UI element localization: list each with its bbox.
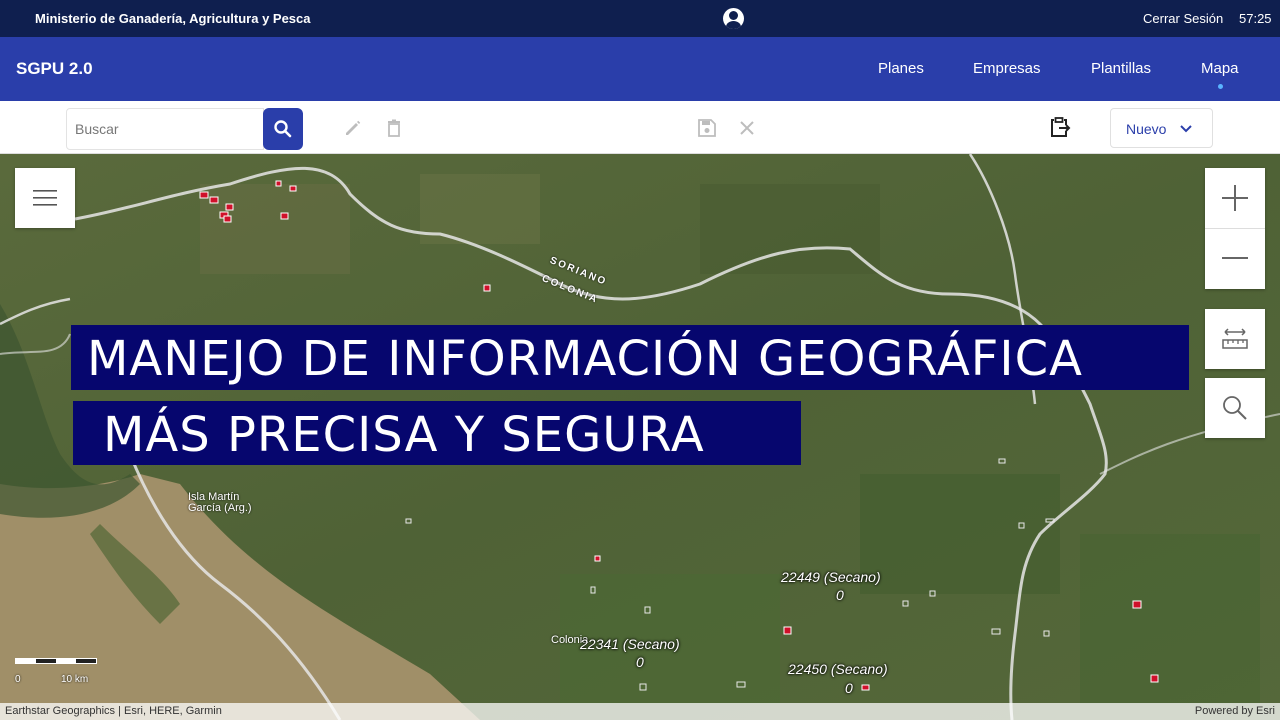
attribution-powered-by[interactable]: Powered by Esri [1195, 705, 1275, 717]
new-dropdown-button[interactable]: Nuevo [1110, 108, 1213, 148]
clipboard-icon[interactable] [1049, 116, 1071, 138]
logout-link[interactable]: Cerrar Sesión [1143, 11, 1223, 26]
feature-value: 0 [836, 587, 844, 603]
headline-banner: MANEJO DE INFORMACIÓN GEOGRÁFICA [71, 325, 1189, 390]
chevron-down-icon [1180, 125, 1192, 133]
scale-bar [15, 658, 97, 664]
subheadline-banner: MÁS PRECISA Y SEGURA [73, 401, 801, 465]
scale-zero-label: 0 [15, 674, 21, 685]
zoom-control [1205, 168, 1265, 289]
user-circle-icon[interactable] [723, 8, 744, 29]
attribution-sources[interactable]: Earthstar Geographics | Esri, HERE, Garm… [5, 705, 222, 717]
feature-value: 0 [845, 680, 853, 696]
measure-button[interactable] [1205, 309, 1265, 369]
app-navbar: SGPU 2.0 Planes Empresas Plantillas Mapa [0, 37, 1280, 101]
feature-value: 0 [636, 654, 644, 670]
scale-distance-label: 10 km [61, 674, 89, 685]
search-icon [274, 120, 292, 138]
delete-icon[interactable] [384, 118, 404, 138]
zoom-in-icon[interactable] [1222, 185, 1248, 211]
place-label-isla-martin-garcia: Isla Martín García (Arg.) [188, 491, 252, 514]
search-icon [1223, 396, 1247, 420]
search-input[interactable] [75, 109, 255, 149]
search-button[interactable] [263, 108, 303, 150]
nav-mapa[interactable]: Mapa [1201, 60, 1239, 77]
new-label: Nuevo [1126, 121, 1167, 137]
list-icon [33, 190, 57, 206]
save-icon[interactable] [697, 118, 717, 138]
map-attribution: Earthstar Geographics | Esri, HERE, Garm… [0, 703, 1280, 720]
nav-plantillas[interactable]: Plantillas [1091, 60, 1151, 77]
search-box [66, 108, 264, 150]
organization-name: Ministerio de Ganadería, Agricultura y P… [35, 11, 311, 26]
layers-list-button[interactable] [15, 168, 75, 228]
nav-planes[interactable]: Planes [878, 60, 924, 77]
ministry-header: Ministerio de Ganadería, Agricultura y P… [0, 0, 1280, 37]
map-toolbar: Nuevo [0, 101, 1280, 154]
feature-label: 22449 (Secano) [781, 569, 881, 585]
edit-icon[interactable] [343, 118, 363, 138]
close-icon[interactable] [737, 118, 757, 138]
zoom-out-icon[interactable] [1222, 245, 1248, 271]
session-timer: 57:25 [1239, 11, 1272, 26]
active-nav-indicator [1218, 84, 1223, 89]
feature-label: 22341 (Secano) [580, 636, 680, 652]
nav-empresas[interactable]: Empresas [973, 60, 1041, 77]
measure-icon [1222, 328, 1248, 349]
map-search-button[interactable] [1205, 378, 1265, 438]
feature-label: 22450 (Secano) [788, 661, 888, 677]
app-brand[interactable]: SGPU 2.0 [16, 59, 93, 79]
